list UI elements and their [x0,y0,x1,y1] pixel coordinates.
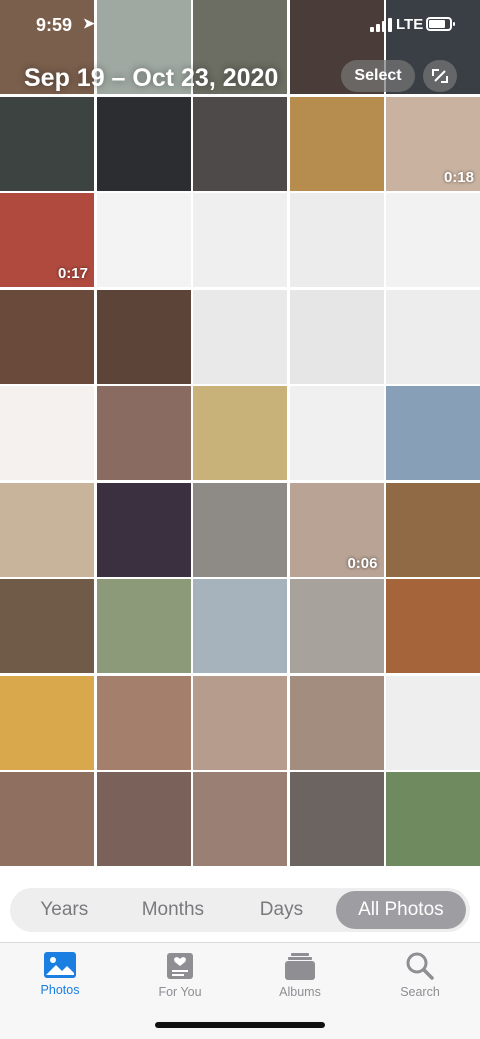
select-button[interactable]: Select [341,60,415,92]
photo-thumbnail[interactable] [386,386,480,480]
video-duration: 0:17 [57,265,88,282]
photo-thumbnail[interactable] [0,289,94,384]
photo-thumbnail[interactable] [96,96,191,191]
tab-albums-label: Albums [279,985,321,999]
photo-thumbnail[interactable] [386,193,480,287]
tab-for-you[interactable]: For You [135,951,225,999]
battery-icon [426,17,455,31]
photo-thumbnail[interactable] [0,386,94,480]
view-segmented-control: Years Months Days All Photos [10,888,470,932]
segment-days[interactable]: Days [227,891,336,929]
photo-thumbnail[interactable] [193,386,287,480]
photo-thumbnail[interactable] [96,193,191,287]
photo-thumbnail[interactable] [386,675,480,770]
date-range-title: Sep 19 – Oct 23, 2020 [24,64,279,92]
segment-years[interactable]: Years [10,891,119,929]
photo-thumbnail[interactable] [289,96,384,191]
photo-thumbnail[interactable] [289,579,384,673]
location-arrow-icon: ➤ [83,15,95,31]
view-segmented-control-area: Years Months Days All Photos [0,880,480,942]
home-indicator [155,1022,325,1028]
video-thumbnail[interactable]: 0:06 [289,482,384,577]
video-duration: 0:06 [347,554,378,572]
photo-thumbnail[interactable] [96,772,191,866]
photo-thumbnail[interactable] [96,386,191,480]
for-you-icon [167,953,193,979]
photo-thumbnail[interactable] [193,482,287,577]
photo-thumbnail[interactable] [96,579,191,673]
cellular-signal-icon [370,18,392,32]
photo-grid: 0:18 0:17 0:06 [0,0,480,880]
photo-thumbnail[interactable] [96,289,191,384]
tab-for-you-label: For You [158,985,202,999]
photo-thumbnail[interactable] [289,772,384,866]
segment-all-photos[interactable]: All Photos [335,891,467,929]
photo-thumbnail[interactable] [386,482,480,577]
network-type: LTE [396,16,424,33]
aspect-ratio-button[interactable] [423,60,457,92]
photo-thumbnail[interactable] [96,482,191,577]
segment-months[interactable]: Months [119,891,228,929]
photo-thumbnail[interactable] [0,482,94,577]
photos-icon [44,952,76,978]
tab-search-label: Search [400,985,440,999]
status-time: 9:59 [36,15,73,35]
search-icon [406,952,434,980]
tab-photos[interactable]: Photos [15,951,105,997]
video-thumbnail[interactable]: 0:18 [386,96,480,191]
tab-albums[interactable]: Albums [255,951,345,999]
photo-thumbnail[interactable] [96,675,191,770]
photo-thumbnail[interactable] [0,96,94,191]
photo-thumbnail[interactable] [0,579,94,673]
photo-thumbnail[interactable] [193,675,287,770]
photo-thumbnail[interactable] [193,772,287,866]
photo-thumbnail[interactable] [0,772,94,866]
photo-thumbnail[interactable] [193,579,287,673]
tab-photos-label: Photos [40,983,80,997]
photo-thumbnail[interactable] [289,193,384,287]
photo-thumbnail[interactable] [193,96,287,191]
status-bar: 9:59 ➤ LTE [0,0,480,52]
photo-thumbnail[interactable] [386,579,480,673]
photo-thumbnail[interactable] [289,386,384,480]
albums-icon [285,953,315,980]
tab-search[interactable]: Search [375,951,465,999]
video-duration: 0:18 [443,168,474,186]
photo-thumbnail[interactable] [0,675,94,770]
video-thumbnail[interactable]: 0:17 [0,193,94,287]
photo-thumbnail[interactable] [289,675,384,770]
aspect-ratio-icon [432,69,448,83]
photo-thumbnail[interactable] [386,772,480,866]
photo-thumbnail[interactable] [386,289,480,384]
photo-thumbnail[interactable] [193,289,287,384]
photo-thumbnail[interactable] [193,193,287,287]
photo-thumbnail[interactable] [289,289,384,384]
